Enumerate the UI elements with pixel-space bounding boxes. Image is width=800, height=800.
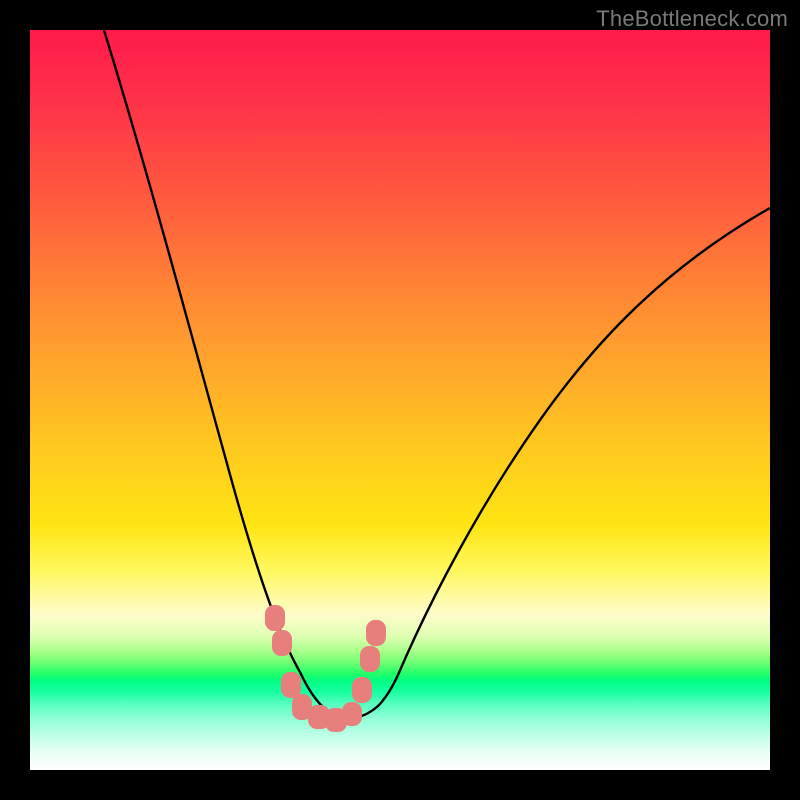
marker-dot [272, 630, 292, 656]
marker-dot [281, 672, 301, 698]
marker-dot [352, 677, 372, 703]
marker-dot [360, 646, 380, 672]
plot-area [30, 30, 770, 770]
chart-svg [30, 30, 770, 770]
watermark-text: TheBottleneck.com [596, 6, 788, 32]
bottleneck-curve-right [398, 208, 770, 675]
marker-dot [366, 620, 386, 646]
bottleneck-curve-left [104, 30, 300, 672]
marker-dot [265, 605, 285, 631]
chart-frame: TheBottleneck.com [0, 0, 800, 800]
marker-dot [342, 702, 362, 726]
